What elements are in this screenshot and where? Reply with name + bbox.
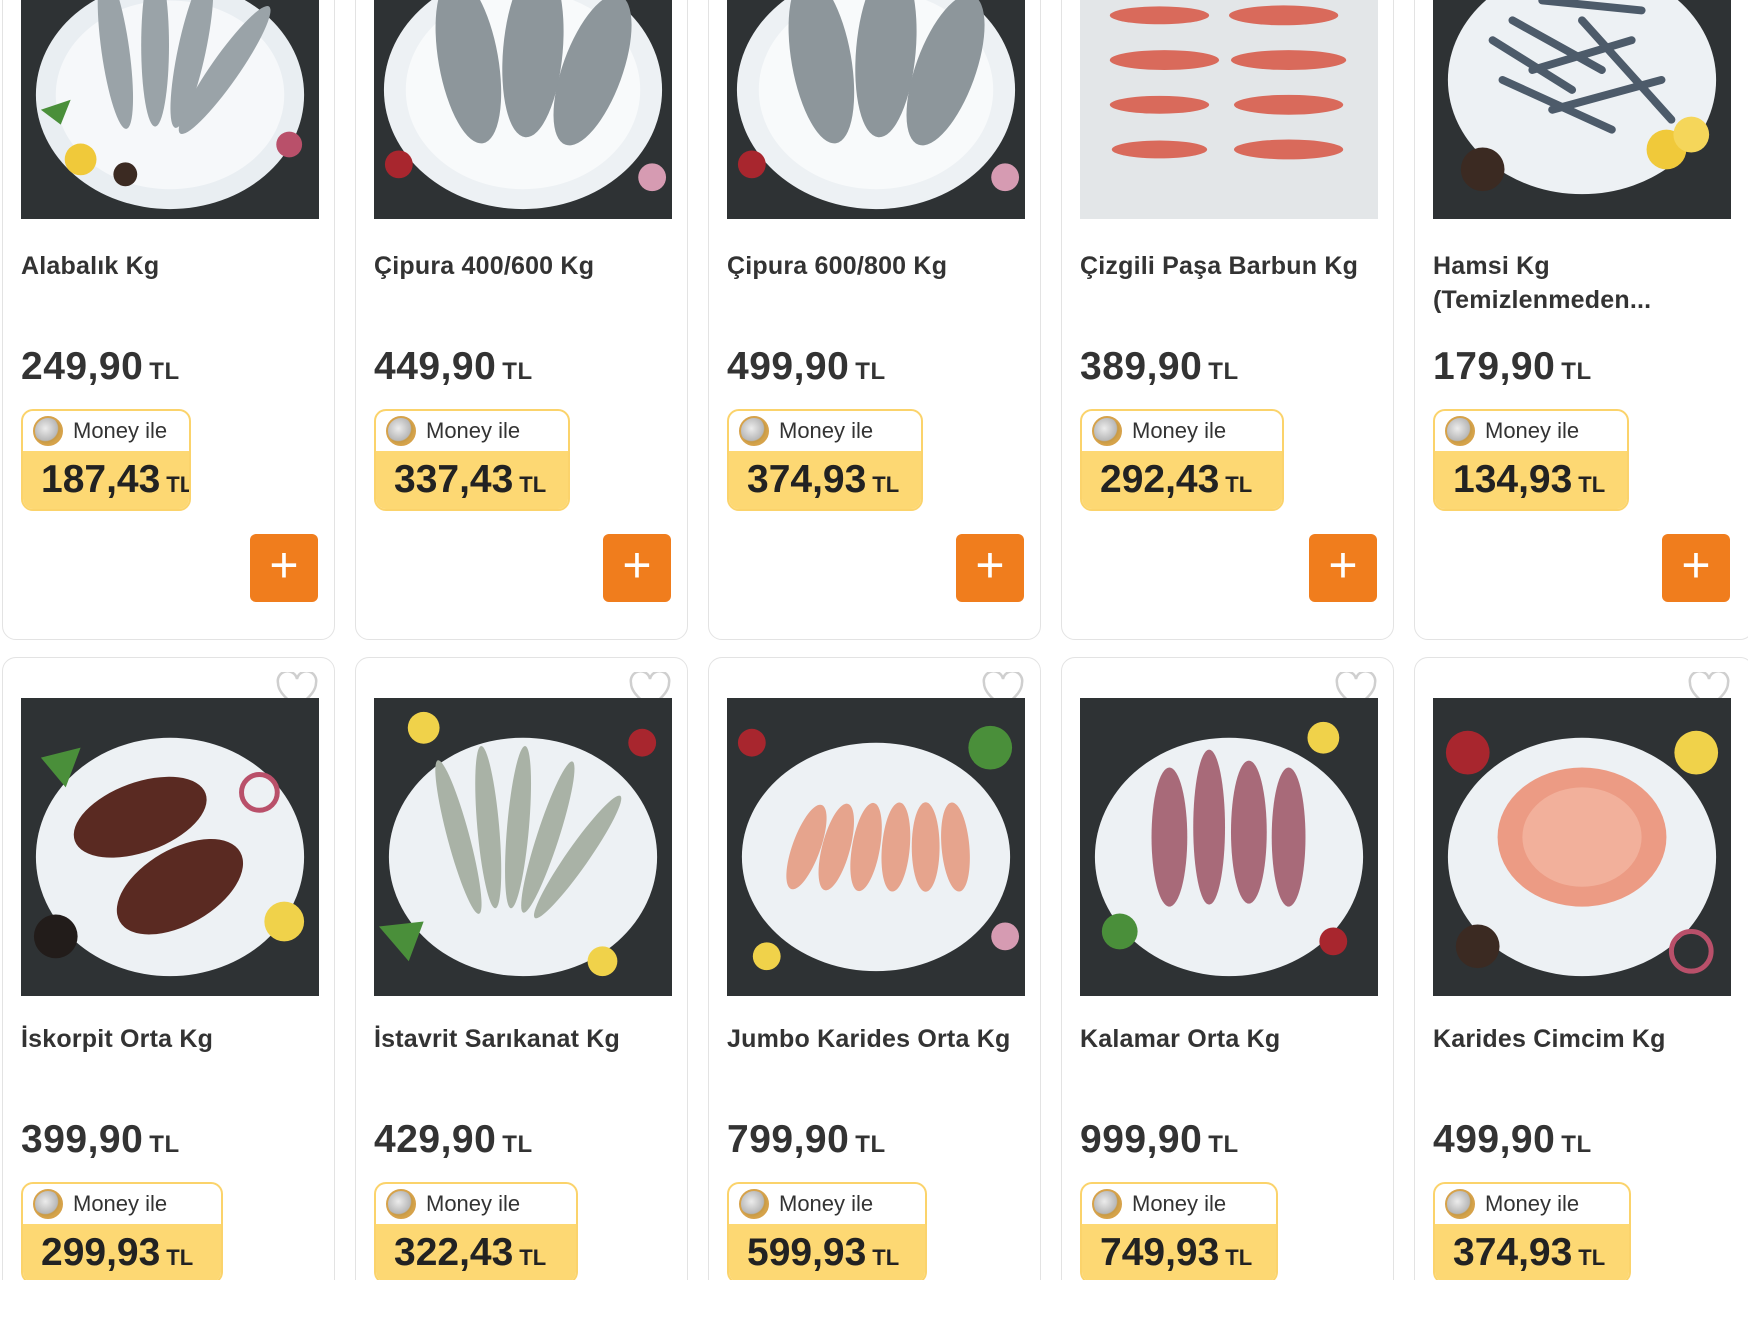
product-card[interactable]: Çipura 400/600 Kg 449,90 TL Money ile 337… bbox=[355, 0, 688, 640]
money-coin-icon bbox=[33, 416, 63, 446]
money-coin-icon bbox=[386, 1189, 416, 1219]
product-card[interactable]: Çipura 600/800 Kg 499,90 TL Money ile 374… bbox=[708, 0, 1041, 640]
money-price-box: Money ile 134,93 TL bbox=[1433, 409, 1629, 511]
product-image[interactable] bbox=[1080, 698, 1378, 996]
product-grid: Alabalık Kg 249,90 TL Money ile 187,43 TL … bbox=[0, 0, 1748, 1280]
money-price-box: Money ile 322,43 TL bbox=[374, 1182, 578, 1280]
product-image[interactable] bbox=[21, 0, 319, 219]
add-to-cart-button[interactable]: + bbox=[956, 534, 1024, 602]
product-image[interactable] bbox=[1433, 0, 1731, 219]
product-name[interactable]: İskorpit Orta Kg bbox=[21, 1022, 322, 1056]
money-price-box: Money ile 374,93 TL bbox=[1433, 1182, 1631, 1280]
product-name[interactable]: Kalamar Orta Kg bbox=[1080, 1022, 1381, 1056]
product-name[interactable]: Karides Cimcim Kg bbox=[1433, 1022, 1741, 1056]
product-price: 499,90 TL bbox=[1433, 1118, 1592, 1161]
product-name[interactable]: Çizgili Paşa Barbun Kg bbox=[1080, 249, 1381, 283]
product-name[interactable]: Alabalık Kg bbox=[21, 249, 322, 283]
money-price-box: Money ile 374,93 TL bbox=[727, 409, 923, 511]
money-price-box: Money ile 292,43 TL bbox=[1080, 409, 1284, 511]
product-name[interactable]: Çipura 600/800 Kg bbox=[727, 249, 1028, 283]
product-image[interactable] bbox=[374, 0, 672, 219]
product-card[interactable]: Hamsi Kg (Temizlenmeden... 179,90 TL Mone… bbox=[1414, 0, 1748, 640]
product-price: 179,90 TL bbox=[1433, 345, 1592, 388]
money-coin-icon bbox=[739, 416, 769, 446]
product-name[interactable]: Çipura 400/600 Kg bbox=[374, 249, 675, 283]
product-image[interactable] bbox=[727, 0, 1025, 219]
money-coin-icon bbox=[1092, 416, 1122, 446]
money-coin-icon bbox=[1445, 416, 1475, 446]
product-card[interactable]: Karides Cimcim Kg 499,90 TL Money ile 374… bbox=[1414, 657, 1748, 1280]
product-image[interactable] bbox=[374, 698, 672, 996]
add-to-cart-button[interactable]: + bbox=[250, 534, 318, 602]
money-price-box: Money ile 299,93 TL bbox=[21, 1182, 223, 1280]
money-price-box: Money ile 749,93 TL bbox=[1080, 1182, 1278, 1280]
add-to-cart-button[interactable]: + bbox=[603, 534, 671, 602]
money-coin-icon bbox=[33, 1189, 63, 1219]
money-coin-icon bbox=[1092, 1189, 1122, 1219]
product-image[interactable] bbox=[1433, 698, 1731, 996]
money-coin-icon bbox=[1445, 1189, 1475, 1219]
product-image[interactable] bbox=[1080, 0, 1378, 219]
product-card[interactable]: İstavrit Sarıkanat Kg 429,90 TL Money ile… bbox=[355, 657, 688, 1280]
product-card[interactable]: Çizgili Paşa Barbun Kg 389,90 TL Money il… bbox=[1061, 0, 1394, 640]
product-name[interactable]: Hamsi Kg (Temizlenmeden... bbox=[1433, 249, 1741, 317]
product-price: 389,90 TL bbox=[1080, 345, 1239, 388]
product-price: 429,90 TL bbox=[374, 1118, 533, 1161]
add-to-cart-button[interactable]: + bbox=[1309, 534, 1377, 602]
add-to-cart-button[interactable]: + bbox=[1662, 534, 1730, 602]
product-price: 399,90 TL bbox=[21, 1118, 180, 1161]
product-card[interactable]: Alabalık Kg 249,90 TL Money ile 187,43 TL … bbox=[2, 0, 335, 640]
product-name[interactable]: İstavrit Sarıkanat Kg bbox=[374, 1022, 675, 1056]
product-image[interactable] bbox=[727, 698, 1025, 996]
money-price-box: Money ile 599,93 TL bbox=[727, 1182, 927, 1280]
product-card[interactable]: Jumbo Karides Orta Kg 799,90 TL Money ile… bbox=[708, 657, 1041, 1280]
product-card[interactable]: İskorpit Orta Kg 399,90 TL Money ile 299,… bbox=[2, 657, 335, 1280]
product-image[interactable] bbox=[21, 698, 319, 996]
product-price: 999,90 TL bbox=[1080, 1118, 1239, 1161]
product-price: 799,90 TL bbox=[727, 1118, 886, 1161]
product-price: 499,90 TL bbox=[727, 345, 886, 388]
money-coin-icon bbox=[386, 416, 416, 446]
product-card[interactable]: Kalamar Orta Kg 999,90 TL Money ile 749,9… bbox=[1061, 657, 1394, 1280]
money-price-box: Money ile 337,43 TL bbox=[374, 409, 570, 511]
product-name[interactable]: Jumbo Karides Orta Kg bbox=[727, 1022, 1028, 1056]
money-price-box: Money ile 187,43 TL bbox=[21, 409, 191, 511]
money-coin-icon bbox=[739, 1189, 769, 1219]
product-price: 449,90 TL bbox=[374, 345, 533, 388]
product-price: 249,90 TL bbox=[21, 345, 180, 388]
